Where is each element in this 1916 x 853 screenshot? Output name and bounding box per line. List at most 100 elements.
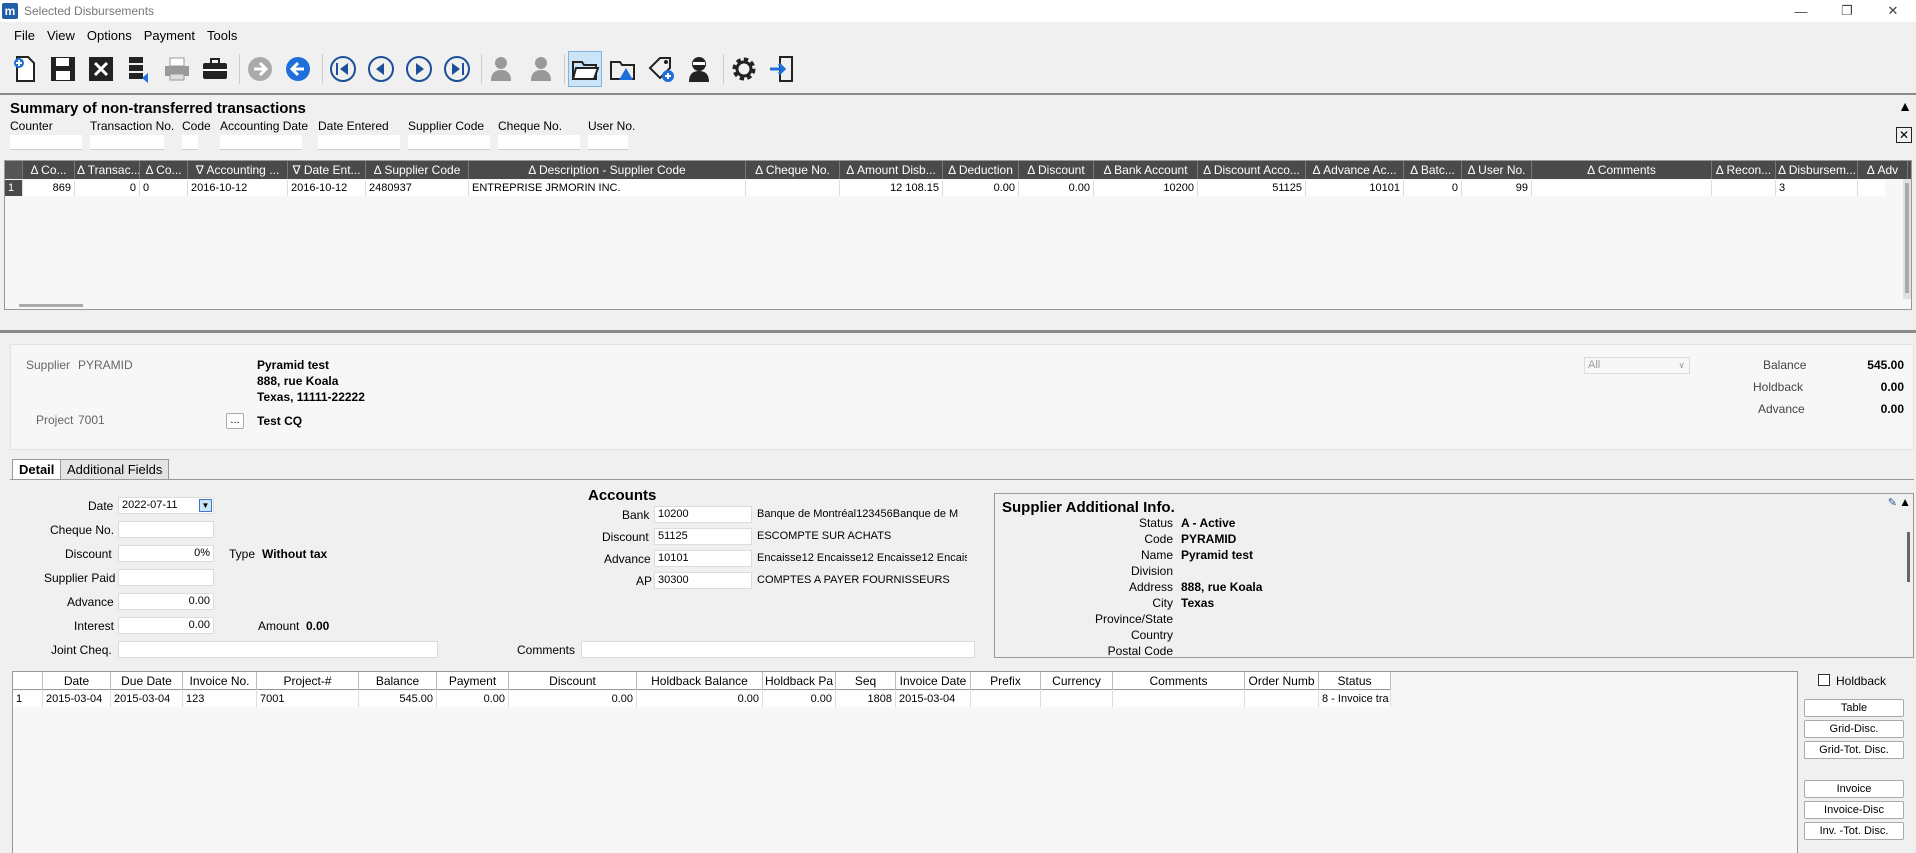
col-date-entered[interactable]: ∇ Date Ent... (288, 161, 366, 179)
col-amount[interactable]: Δ Amount Disb... (840, 161, 943, 179)
invoice-col-header[interactable]: Status (1319, 672, 1391, 690)
project-lookup-button[interactable]: ... (226, 413, 244, 429)
open-folder-icon[interactable] (568, 51, 602, 87)
col-batch[interactable]: Δ Batc... (1404, 161, 1462, 179)
inv-tot-disc-button[interactable]: Inv. -Tot. Disc. (1804, 822, 1904, 840)
user-settings-icon[interactable] (485, 51, 519, 87)
col-disbursement[interactable]: Δ Disbursem... (1776, 161, 1858, 179)
cheque-field[interactable] (118, 521, 214, 538)
col-deduction[interactable]: Δ Deduction (943, 161, 1019, 179)
menu-options[interactable]: Options (81, 28, 138, 43)
invoice-col-header[interactable]: Holdback Pa (763, 672, 836, 690)
interest-field[interactable]: 0.00 (118, 617, 214, 634)
invoice-col-header[interactable]: Holdback Balance (637, 672, 763, 690)
agent-icon[interactable] (682, 51, 716, 87)
col-transaction[interactable]: Δ Transac... (75, 161, 140, 179)
holdback-checkbox[interactable] (1818, 674, 1830, 686)
project-code[interactable]: 7001 (78, 413, 105, 427)
comments-field[interactable] (581, 641, 975, 658)
col-advance[interactable]: Δ Adv (1858, 161, 1908, 179)
filter-select[interactable]: All ∨ (1584, 357, 1690, 374)
discount-field[interactable]: 0% (118, 545, 214, 562)
filter-supplier-code-input[interactable] (408, 135, 490, 150)
last-record-icon[interactable] (440, 51, 474, 87)
print-icon[interactable] (160, 51, 194, 87)
invoice-col-header[interactable]: Invoice Date (896, 672, 971, 690)
close-window-icon[interactable]: ✕ (1870, 0, 1916, 22)
vertical-scrollbar[interactable] (1903, 179, 1911, 299)
col-user[interactable]: Δ User No. (1462, 161, 1532, 179)
invoice-button[interactable]: Invoice (1804, 780, 1904, 798)
filter-cheque-input[interactable] (498, 135, 580, 150)
minimize-icon[interactable]: — (1778, 0, 1824, 22)
invoice-col-header[interactable]: Payment (437, 672, 509, 690)
tag-add-icon[interactable] (644, 51, 678, 87)
col-code[interactable]: Δ Co... (140, 161, 188, 179)
joint-cheque-field[interactable] (118, 641, 438, 658)
edit-note-icon[interactable]: ✎ (1888, 496, 1897, 509)
calendar-dropdown-icon[interactable]: ▼ (199, 499, 212, 512)
account-discount-code[interactable]: 51125 (654, 528, 752, 545)
col-advance-account[interactable]: Δ Advance Ac... (1306, 161, 1404, 179)
table-row[interactable]: 1 869 0 0 2016-10-12 2016-10-12 2480937 … (5, 180, 1885, 196)
grid-disc-button[interactable]: Grid-Disc. (1804, 720, 1904, 738)
tab-detail[interactable]: Detail (12, 459, 62, 479)
invoice-col-header[interactable]: Project-# (257, 672, 359, 690)
filter-counter-input[interactable] (10, 135, 82, 150)
delete-icon[interactable] (84, 51, 118, 87)
filter-user-input[interactable] (588, 135, 628, 150)
previous-record-icon[interactable] (364, 51, 398, 87)
restore-icon[interactable]: ❐ (1824, 0, 1870, 22)
filter-date-entered-input[interactable] (318, 135, 400, 150)
clear-filter-icon[interactable]: ✕ (1896, 127, 1912, 143)
collapse-up-icon[interactable]: ▲ (1899, 495, 1911, 509)
transfer-icon[interactable] (122, 51, 156, 87)
table-button[interactable]: Table (1804, 699, 1904, 717)
col-description[interactable]: Δ Description - Supplier Code (469, 161, 746, 179)
grid-tot-disc-button[interactable]: Grid-Tot. Disc. (1804, 741, 1904, 759)
col-discount-account[interactable]: Δ Discount Acco... (1198, 161, 1306, 179)
back-arrow-icon[interactable] (281, 51, 315, 87)
date-field[interactable]: 2022-07-11 ▼ (118, 497, 214, 514)
menu-view[interactable]: View (41, 28, 81, 43)
first-record-icon[interactable] (326, 51, 360, 87)
col-comments[interactable]: Δ Comments (1532, 161, 1712, 179)
user-config-icon[interactable] (523, 51, 557, 87)
invoice-col-header[interactable]: Seq (836, 672, 896, 690)
col-bank-account[interactable]: Δ Bank Account (1094, 161, 1198, 179)
advance-field[interactable]: 0.00 (118, 593, 214, 610)
new-icon[interactable] (8, 51, 42, 87)
invoice-col-header[interactable]: Invoice No. (183, 672, 257, 690)
filter-code-input[interactable] (182, 135, 198, 150)
invoice-col-header[interactable]: Comments (1113, 672, 1245, 690)
filter-transaction-input[interactable] (90, 135, 164, 150)
invoice-col-header[interactable]: Date (43, 672, 111, 690)
menu-tools[interactable]: Tools (201, 28, 243, 43)
menu-payment[interactable]: Payment (138, 28, 201, 43)
next-record-icon[interactable] (402, 51, 436, 87)
horizontal-scrollbar[interactable] (19, 304, 83, 307)
invoice-col-header[interactable]: Currency (1041, 672, 1113, 690)
tab-additional-fields[interactable]: Additional Fields (60, 459, 170, 479)
col-supplier-code[interactable]: Δ Supplier Code (366, 161, 469, 179)
invoice-col-header[interactable]: Order Numb (1245, 672, 1319, 690)
invoice-col-header[interactable]: Balance (359, 672, 437, 690)
exit-icon[interactable] (765, 51, 799, 87)
col-reconciliation[interactable]: Δ Recon... (1712, 161, 1776, 179)
splitter[interactable] (0, 330, 1916, 333)
col-cheque[interactable]: Δ Cheque No. (746, 161, 840, 179)
gear-icon[interactable] (727, 51, 761, 87)
folder-warning-icon[interactable] (606, 51, 640, 87)
invoice-col-header[interactable]: Due Date (111, 672, 183, 690)
supplier-paid-field[interactable] (118, 569, 214, 586)
table-row[interactable]: 1 2015-03-04 2015-03-04 123 7001 545.00 0.00 0.… (13, 691, 1391, 707)
col-discount[interactable]: Δ Discount (1019, 161, 1094, 179)
account-advance-code[interactable]: 10101 (654, 550, 752, 567)
briefcase-icon[interactable] (198, 51, 232, 87)
account-bank-code[interactable]: 10200 (654, 506, 752, 523)
forward-arrow-icon[interactable] (243, 51, 277, 87)
collapse-up-icon[interactable]: ▲ (1898, 98, 1912, 114)
save-icon[interactable] (46, 51, 80, 87)
supplier-code[interactable]: PYRAMID (78, 358, 133, 372)
col-accounting-date[interactable]: ∇ Accounting ... (188, 161, 288, 179)
